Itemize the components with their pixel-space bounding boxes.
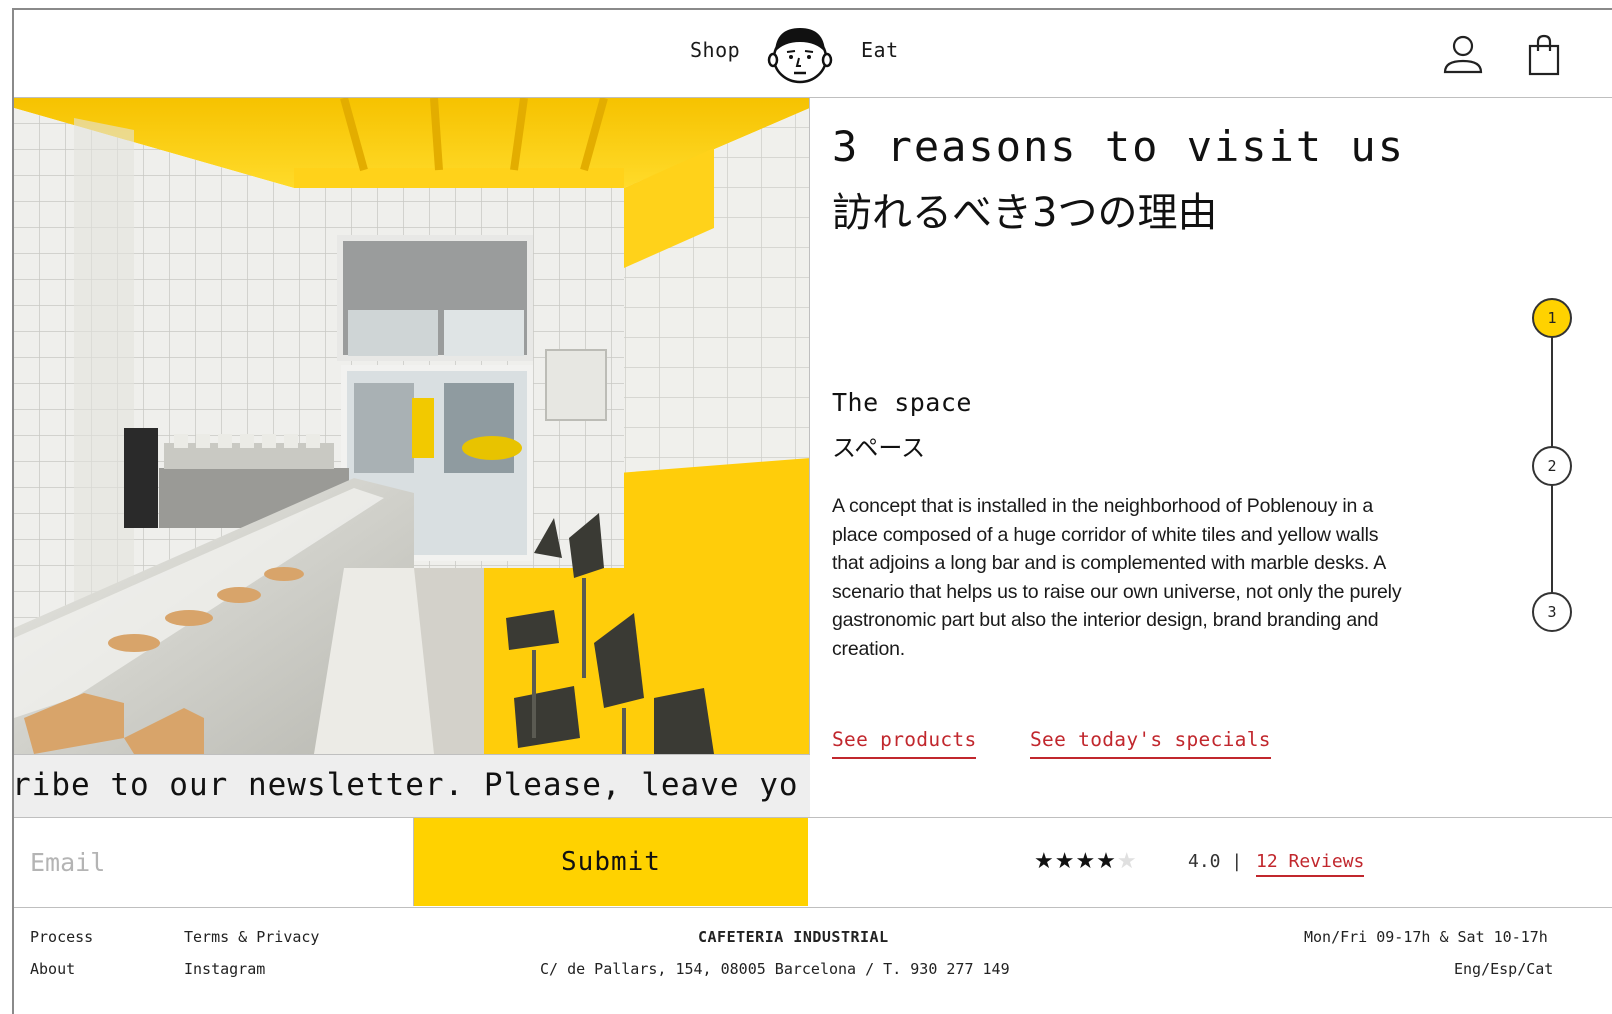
nav-eat-link[interactable]: Eat <box>861 38 899 62</box>
newsletter-marquee: ribe to our newsletter. Please, leave yo <box>14 754 810 818</box>
star-empty-icon: ★ <box>1116 848 1138 873</box>
footer-hours: Mon/Fri 09-17h & Sat 10-17h <box>1304 928 1548 946</box>
face-logo-icon[interactable] <box>766 22 834 86</box>
page-title: 3 reasons to visit us <box>832 122 1406 171</box>
page-frame: Shop Eat ribe to our newsletter. Please,… <box>12 8 1612 1014</box>
hero-cafe-photo <box>14 98 810 754</box>
rating-bar: ★★★★★ 4.0 | 12 Reviews <box>810 818 1612 908</box>
footer-terms-link[interactable]: Terms & Privacy <box>184 928 319 946</box>
see-specials-link[interactable]: See today's specials <box>1030 728 1271 759</box>
star-filled-icons: ★★★★ <box>1034 848 1117 873</box>
footer-about-link[interactable]: About <box>30 960 75 978</box>
shopping-bag-icon[interactable] <box>1524 34 1564 76</box>
page-title-japanese: 訪れるべき3つの理由 <box>832 190 1218 236</box>
reasons-panel: 3 reasons to visit us 訪れるべき3つの理由 The spa… <box>810 98 1612 818</box>
reviews-link[interactable]: 12 Reviews <box>1256 851 1365 877</box>
section-title: The space <box>832 388 972 417</box>
step-1-button[interactable]: 1 <box>1532 298 1572 338</box>
step-2-button[interactable]: 2 <box>1532 446 1572 486</box>
footer-instagram-link[interactable]: Instagram <box>184 960 265 978</box>
site-footer: Process About Terms & Privacy Instagram … <box>14 908 1612 1014</box>
section-title-japanese: スペース <box>832 434 926 462</box>
site-header: Shop Eat <box>14 10 1612 98</box>
newsletter-form: Submit <box>14 818 810 908</box>
see-products-link[interactable]: See products <box>832 728 977 759</box>
reason-stepper: 1 2 3 <box>1522 298 1582 638</box>
section-description: A concept that is installed in the neigh… <box>832 495 1402 660</box>
footer-address: C/ de Pallars, 154, 08005 Barcelona / T.… <box>540 960 1010 978</box>
rating-score: 4.0 | <box>1188 851 1243 872</box>
step-3-button[interactable]: 3 <box>1532 592 1572 632</box>
language-selector[interactable]: Eng/Esp/Cat <box>1454 960 1553 978</box>
footer-brand: CAFETERIA INDUSTRIAL <box>698 928 889 946</box>
newsletter-marquee-text: ribe to our newsletter. Please, leave yo <box>14 767 799 803</box>
submit-button[interactable]: Submit <box>414 818 808 906</box>
email-input[interactable] <box>14 818 414 906</box>
star-rating: ★★★★★ <box>1034 848 1138 874</box>
footer-process-link[interactable]: Process <box>30 928 93 946</box>
user-icon[interactable] <box>1442 34 1484 76</box>
nav-shop-link[interactable]: Shop <box>690 38 740 62</box>
